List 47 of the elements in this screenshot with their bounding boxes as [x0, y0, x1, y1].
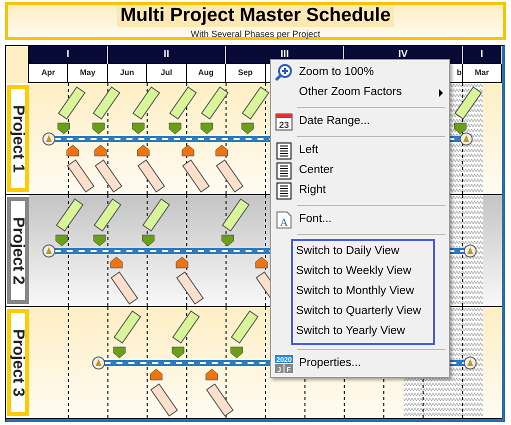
month-header: Sep: [226, 64, 266, 82]
calendar-icon: 23: [274, 113, 294, 131]
phase-end-marker-icon: [182, 144, 194, 156]
month-header: Apr: [29, 64, 68, 82]
phase-end-marker-icon: [110, 256, 123, 268]
menu-item[interactable]: Switch to Daily View: [293, 242, 433, 262]
phase-end-marker-icon: [216, 144, 228, 156]
text-lines-icon: [274, 162, 294, 180]
phase-tag: [200, 86, 229, 120]
schedule-title: Multi Project Master Schedule: [117, 5, 394, 27]
font-icon: A: [274, 211, 294, 229]
phase-end-marker-icon: [176, 256, 188, 268]
phase-end-marker-icon: [255, 256, 268, 268]
phase-tag: [454, 86, 482, 120]
text-lines-icon: [274, 182, 294, 200]
menu-item[interactable]: Switch to Weekly View: [293, 262, 433, 282]
phase-end-marker-icon: [66, 144, 79, 156]
project-label: Project 1: [6, 85, 28, 192]
milestone-marker-icon: [460, 132, 473, 146]
menu-item[interactable]: A Font...: [271, 210, 449, 230]
text-lines-icon: [274, 142, 294, 160]
menu-item[interactable]: Switch to Quarterly View: [293, 302, 433, 322]
month-header: Jun: [108, 64, 148, 82]
menu-item[interactable]: Center: [271, 161, 449, 181]
phase-end-marker-icon: [137, 144, 150, 156]
phase-end-marker-icon: [150, 368, 162, 380]
menu-item[interactable]: Left: [271, 141, 449, 161]
project-label: Project 2: [6, 197, 28, 304]
month-header: Aug: [186, 64, 226, 82]
phase-start-marker-icon: [454, 122, 466, 134]
phase-end-marker-icon: [94, 144, 107, 156]
schedule-subtitle: With Several Phases per Project: [190, 29, 320, 40]
zoom-in-icon: [274, 64, 294, 82]
project-label: Project 3: [6, 309, 28, 416]
month-header: Jul: [147, 64, 187, 82]
milestone-marker-icon: [464, 356, 477, 370]
menu-item[interactable]: Right: [271, 181, 449, 201]
month-header: May: [68, 64, 108, 82]
milestone-marker-icon: [464, 244, 477, 258]
menu-item[interactable]: Other Zoom Factors: [271, 83, 449, 103]
menu-item[interactable]: Switch to Yearly View: [293, 322, 433, 342]
menu-item[interactable]: 23 Date Range...: [271, 112, 449, 132]
milestone-marker-icon: [42, 132, 56, 146]
menu-item[interactable]: Switch to Monthly View: [293, 282, 433, 302]
month-header: Mar: [462, 64, 502, 82]
phase-end-marker-icon: [206, 368, 218, 380]
milestone-marker-icon: [42, 244, 56, 258]
